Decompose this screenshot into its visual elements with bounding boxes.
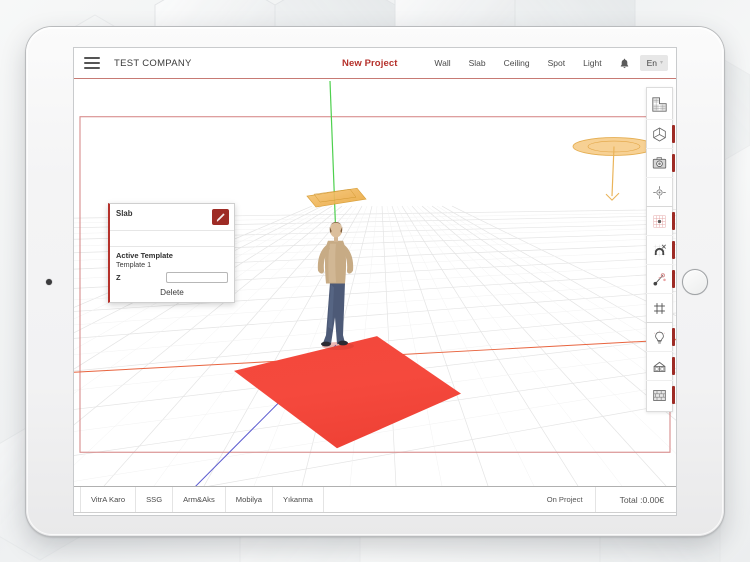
total-price-label: Total :0.00€ bbox=[596, 487, 676, 512]
on-project-button[interactable]: On Project bbox=[535, 487, 596, 512]
measure-node-icon-button[interactable] bbox=[646, 264, 673, 293]
category-tab-arm-aks[interactable]: Arm&Aks bbox=[173, 487, 226, 512]
nav-item-spot[interactable]: Spot bbox=[539, 58, 575, 68]
3d-viewport[interactable]: Slab Active Template Template 1 Z bbox=[74, 79, 676, 486]
tool-active-marker bbox=[672, 357, 675, 375]
dialog-body: Active Template Template 1 Z bbox=[110, 247, 234, 285]
slab-floor-icon-button[interactable] bbox=[646, 351, 673, 380]
front-camera-dot bbox=[46, 279, 52, 285]
tool-active-marker bbox=[672, 212, 675, 230]
dialog-title: Slab bbox=[116, 209, 132, 218]
tool-active-marker bbox=[672, 270, 675, 288]
human-scale-figure[interactable] bbox=[318, 222, 354, 350]
active-template-label: Active Template bbox=[116, 251, 228, 260]
tool-active-marker bbox=[672, 125, 675, 143]
brick-wall-icon-button[interactable] bbox=[646, 380, 673, 409]
language-selector[interactable]: En ▾ bbox=[640, 55, 668, 71]
app-header: TEST COMPANY New Project Wall Slab Ceili… bbox=[74, 48, 676, 79]
right-toolbar bbox=[646, 87, 673, 412]
home-button[interactable] bbox=[682, 269, 708, 295]
active-template-value[interactable]: Template 1 bbox=[116, 260, 228, 269]
language-label: En bbox=[647, 58, 657, 68]
project-name[interactable]: New Project bbox=[342, 58, 397, 69]
grid-hash-icon-button[interactable] bbox=[646, 293, 673, 322]
nav-item-slab[interactable]: Slab bbox=[460, 58, 495, 68]
camera-render-icon-button[interactable] bbox=[646, 148, 673, 177]
company-name: TEST COMPANY bbox=[114, 58, 192, 69]
z-input[interactable] bbox=[166, 272, 228, 283]
header-nav: Wall Slab Ceiling Spot Light En ▾ bbox=[425, 55, 668, 71]
category-tab-mobilya[interactable]: Mobilya bbox=[226, 487, 273, 512]
light-bulb-icon-button[interactable] bbox=[646, 322, 673, 351]
spotlight-gizmo[interactable] bbox=[573, 138, 655, 201]
tool-active-marker bbox=[672, 386, 675, 404]
tool-active-marker bbox=[672, 241, 675, 259]
category-tab-ssg[interactable]: SSG bbox=[136, 487, 173, 512]
move-gizmo[interactable] bbox=[307, 188, 366, 207]
orbit-target-icon-button[interactable] bbox=[646, 177, 673, 206]
delete-button[interactable]: Delete bbox=[160, 288, 184, 297]
tool-active-marker bbox=[672, 328, 675, 346]
bottom-bar-spacer bbox=[324, 487, 535, 512]
3d-cube-icon-button[interactable] bbox=[646, 119, 673, 148]
tool-active-marker bbox=[672, 154, 675, 172]
slab-properties-dialog[interactable]: Slab Active Template Template 1 Z bbox=[108, 203, 235, 303]
bottom-bar: VitrA Karo SSG Arm&Aks Mobilya Yıkanma O… bbox=[74, 486, 676, 512]
delete-row: Delete bbox=[110, 285, 234, 302]
nav-item-light[interactable]: Light bbox=[574, 58, 610, 68]
floorplan-shape-icon-button[interactable] bbox=[646, 90, 673, 119]
nav-item-wall[interactable]: Wall bbox=[425, 58, 459, 68]
magnet-snap-icon-button[interactable] bbox=[646, 235, 673, 264]
screen-bottom-edge bbox=[74, 512, 676, 515]
bell-icon[interactable] bbox=[611, 58, 638, 69]
z-field-row: Z bbox=[116, 272, 228, 283]
chevron-down-icon: ▾ bbox=[660, 60, 663, 66]
grid-snap-icon-button[interactable] bbox=[646, 206, 673, 235]
dialog-header: Slab bbox=[110, 204, 234, 231]
pencil-edit-icon[interactable] bbox=[212, 209, 229, 225]
hamburger-icon[interactable] bbox=[84, 57, 100, 69]
z-label: Z bbox=[116, 273, 121, 282]
tablet-screen: TEST COMPANY New Project Wall Slab Ceili… bbox=[74, 48, 676, 515]
category-tab-yikanma[interactable]: Yıkanma bbox=[273, 487, 324, 512]
dialog-divider-row bbox=[110, 231, 234, 247]
nav-item-ceiling[interactable]: Ceiling bbox=[495, 58, 539, 68]
tablet-device-frame: TEST COMPANY New Project Wall Slab Ceili… bbox=[26, 27, 724, 536]
category-tab-vitra-karo[interactable]: VitrA Karo bbox=[80, 487, 136, 512]
